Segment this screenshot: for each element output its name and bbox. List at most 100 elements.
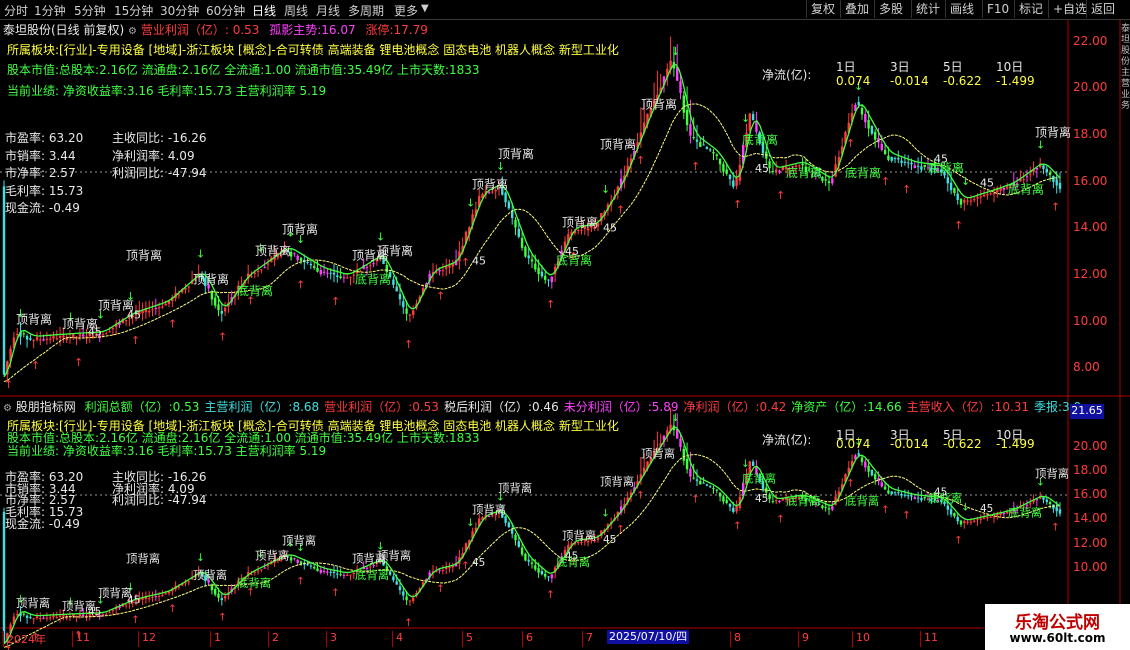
candle-body <box>963 521 966 524</box>
candle-body <box>860 457 864 462</box>
sell-arrow-icon: ↓ <box>1036 139 1045 152</box>
top-pane-header: 泰坦股份(日线 前复权) ⚙ 营业利润（亿）: 0.53 孤影主势:16.07 … <box>3 21 428 38</box>
candle-body <box>349 276 352 278</box>
bottom-divergence-label: 底背离 <box>742 132 778 147</box>
top-divergence-label: 顶背离 <box>193 568 227 582</box>
candle-body <box>148 310 151 313</box>
candle-body <box>346 277 349 279</box>
candle-body <box>870 469 874 476</box>
settings-gear-icon[interactable]: ⚙ <box>3 403 12 414</box>
buy-arrow-icon: ↑ <box>546 298 555 311</box>
candle-body <box>408 314 412 316</box>
fin-indicator-6: 净资产（亿）:14.66 <box>791 400 902 414</box>
candle-body <box>32 618 35 620</box>
candle-body <box>913 165 916 169</box>
candle-body <box>520 547 524 555</box>
candle-body <box>903 161 907 163</box>
candle-body <box>154 307 157 309</box>
candle-body <box>1048 502 1052 504</box>
candle-body <box>42 617 45 619</box>
candle-body <box>256 270 260 272</box>
candle-body <box>709 486 712 488</box>
candle-body <box>517 228 520 237</box>
candle-body <box>342 574 346 576</box>
candle-body <box>910 162 913 165</box>
x-axis-label: 4 <box>392 631 403 647</box>
candle-body <box>161 595 164 597</box>
candle-body <box>547 279 550 281</box>
angle-45-label: 45 <box>755 493 768 505</box>
candle-body <box>702 144 705 146</box>
candle-body <box>105 333 108 335</box>
candle-body <box>540 570 544 575</box>
candle-body <box>883 486 887 490</box>
candle-body <box>695 139 699 142</box>
candle-body <box>514 219 517 228</box>
candle-body <box>309 565 313 567</box>
candle-body <box>577 230 580 232</box>
bottom-divergence-label: 底背离 <box>237 283 273 298</box>
buy-arrow-icon: ↑ <box>846 478 855 490</box>
buy-arrow-icon: ↑ <box>902 509 911 521</box>
sector-line: 所属板块:[行业]-专用设备 [地域]-浙江板块 [概念]-合可转债 高端装备 … <box>7 43 619 57</box>
candle-body <box>405 308 408 314</box>
bottom-divergence-label: 底背离 <box>355 271 391 286</box>
candle-body <box>1022 178 1025 180</box>
settings-gear-icon[interactable]: ⚙ <box>128 26 137 37</box>
angle-45-label: 45 <box>472 557 485 569</box>
candle-body <box>715 489 718 491</box>
candle-body <box>969 200 973 202</box>
candle-body <box>45 617 49 619</box>
candle-body <box>544 275 547 280</box>
candle-body <box>2 511 6 643</box>
sell-arrow-icon: ↓ <box>741 458 750 470</box>
candle-body <box>544 573 547 577</box>
candle-body <box>732 180 735 187</box>
right-info-strip[interactable]: 泰坦股份主营业务 <box>1121 24 1130 112</box>
bottom-yaxis-tick: 10.00 <box>1073 560 1108 574</box>
watermark-url: www.60lt.com <box>1009 631 1106 645</box>
angle-45-label: 45 <box>934 486 947 498</box>
bottom-divergence-label: 底背离 <box>786 165 822 180</box>
profit-yoy: 利润同比: -47.94 <box>112 166 207 180</box>
top-divergence-label: 顶背离 <box>641 96 677 111</box>
candle-body <box>52 336 55 339</box>
top-divergence-label: 顶背离 <box>1035 466 1069 480</box>
candle-body <box>775 169 778 172</box>
candle-body <box>223 307 227 312</box>
candle-body <box>342 277 346 279</box>
candle-body <box>398 586 402 591</box>
candle-body <box>111 327 115 330</box>
candle-body <box>339 574 342 576</box>
candle-body <box>860 107 864 115</box>
candle-body <box>712 152 715 154</box>
candle-body <box>692 477 695 479</box>
main-trend-readout: 孤影主势:16.07 <box>269 23 356 37</box>
metrics-left-top: 市盈率: 63.20 市销率: 3.44 市净率: 2.57 毛利率: 15.7… <box>5 130 83 218</box>
buy-arrow-icon: ↑ <box>461 256 470 269</box>
candle-body <box>309 263 313 266</box>
x-axis-label: 5 <box>462 631 473 647</box>
candle-body <box>699 142 702 147</box>
candle-body <box>923 496 926 499</box>
candle-body <box>42 339 45 341</box>
candle-body <box>989 193 992 195</box>
buy-arrow-icon: ↑ <box>881 504 890 516</box>
buy-arrow-icon: ↑ <box>436 583 445 595</box>
x-axis-label: 2 <box>268 631 279 647</box>
candle-body <box>29 338 32 340</box>
candle-body <box>973 520 976 522</box>
candle-body <box>1055 506 1058 512</box>
angle-45-label: 45 <box>755 162 769 175</box>
candle-body <box>217 593 220 598</box>
top-divergence-label: 顶背离 <box>255 243 291 258</box>
candle-body <box>55 338 58 340</box>
candle-body <box>887 155 890 160</box>
candle-body <box>1029 174 1032 176</box>
candle-body <box>949 509 953 515</box>
angle-45-label: 45 <box>88 606 101 618</box>
bottom-divergence-label: 底背离 <box>786 494 820 508</box>
candle-body <box>39 339 42 341</box>
netflow-label-bottom: 净流(亿): <box>762 433 812 447</box>
candle-body <box>685 109 689 126</box>
